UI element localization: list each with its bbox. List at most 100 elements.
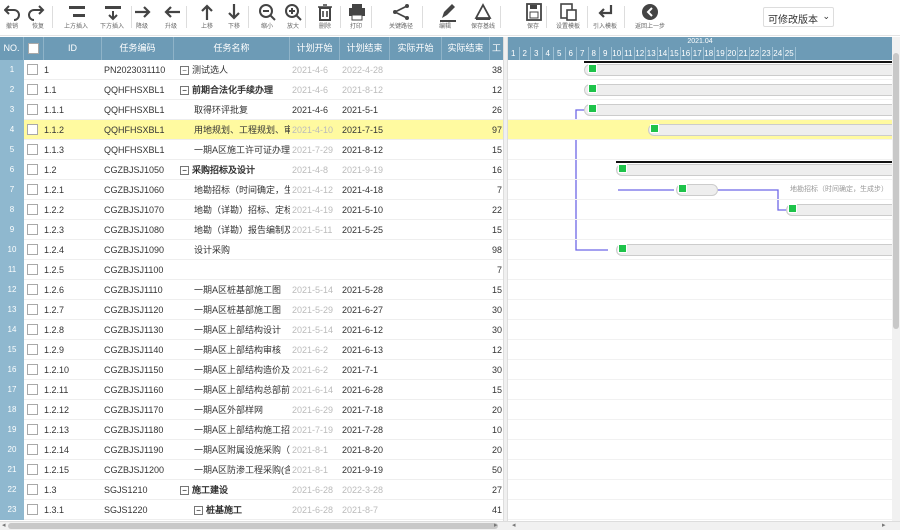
row-checkbox[interactable] (27, 384, 38, 396)
row-checkbox[interactable] (27, 304, 38, 316)
row-checkbox-cell[interactable] (27, 360, 41, 380)
version-select[interactable]: 可修改版本 ⌄ (763, 7, 834, 27)
task-name[interactable]: 一期A区上部结构造价及 (176, 360, 290, 380)
scroll-right-icon[interactable]: ▸ (494, 521, 498, 529)
collapse-toggle-icon[interactable]: − (180, 166, 189, 176)
row-checkbox-cell[interactable] (27, 140, 41, 160)
row-checkbox[interactable] (27, 104, 38, 116)
row-checkbox[interactable] (27, 124, 38, 136)
col-plan-start[interactable]: 计划开始 (290, 37, 340, 60)
row-checkbox[interactable] (27, 224, 38, 236)
toolbar-undo-button[interactable]: 撤销 (4, 2, 20, 34)
row-checkbox-cell[interactable] (27, 240, 41, 260)
row-checkbox-cell[interactable] (27, 180, 41, 200)
toolbar-import-button[interactable]: 引入模板 (590, 2, 620, 34)
row-checkbox-cell[interactable] (27, 340, 41, 360)
row-checkbox-cell[interactable] (27, 220, 41, 240)
collapse-toggle-icon[interactable]: − (180, 86, 189, 96)
table-row[interactable]: 11 1.2.5 CGZBJSJ1100 7 (0, 260, 503, 280)
toolbar-zoom-in-button[interactable]: 放大 (283, 2, 303, 34)
row-checkbox[interactable] (27, 484, 38, 496)
task-name[interactable]: − 桩基施工 (176, 500, 290, 520)
table-row[interactable]: 5 1.1.3 QQHFHSXBL1 一期A区施工许可证办理 2021-7-29 2021… (0, 140, 503, 160)
table-row[interactable]: 21 1.2.15 CGZBJSJ1200 一期A区防渗工程采购(含 2021-8-1 2… (0, 460, 503, 480)
table-row[interactable]: 13 1.2.7 CGZBJSJ1120 一期A区桩基部施工图 2021-5-29 202… (0, 300, 503, 320)
row-checkbox[interactable] (27, 84, 38, 96)
table-row[interactable]: 19 1.2.13 CGZBJSJ1180 一期A区上部结构施工招 2021-7-19 2… (0, 420, 503, 440)
table-row[interactable]: 15 1.2.9 CGZBJSJ1140 一期A区上部结构审核 2021-6-2 2021… (0, 340, 503, 360)
table-row[interactable]: 2 1.1 QQHFHSXBL1− 前期合法化手续办理 2021-4-6 2021-8-1… (0, 80, 503, 100)
row-checkbox-cell[interactable] (27, 120, 41, 140)
row-checkbox[interactable] (27, 204, 38, 216)
row-checkbox[interactable] (27, 404, 38, 416)
row-checkbox-cell[interactable] (27, 260, 41, 280)
gantt-scroll-left-icon[interactable]: ◂ (512, 521, 516, 529)
col-duration[interactable]: 工 (490, 37, 503, 60)
col-id[interactable]: ID (44, 37, 102, 60)
row-checkbox-cell[interactable] (27, 320, 41, 340)
row-checkbox-cell[interactable] (27, 460, 41, 480)
table-row[interactable]: 4 1.1.2 QQHFHSXBL1 用地规划、工程规划、审 2021-4-10 2021… (0, 120, 503, 140)
toolbar-back-button[interactable]: 返回上一步 (630, 2, 670, 34)
col-name[interactable]: 任务名称 (174, 37, 290, 60)
table-row[interactable]: 6 1.2 CGZBJSJ1050− 采购招标及设计 2021-4-8 2021-9-19… (0, 160, 503, 180)
toolbar-move-up-button[interactable]: 上移 (197, 2, 217, 34)
row-checkbox[interactable] (27, 284, 38, 296)
task-name[interactable]: 一期A区施工许可证办理 (176, 140, 290, 160)
row-checkbox[interactable] (27, 184, 38, 196)
task-name[interactable]: 一期A区上部结构审核 (176, 340, 290, 360)
collapse-toggle-icon[interactable]: − (180, 66, 189, 76)
table-row[interactable]: 16 1.2.10 CGZBJSJ1150 一期A区上部结构造价及 2021-6-2 20… (0, 360, 503, 380)
toolbar-insert-above-button[interactable]: 上方插入 (60, 2, 92, 34)
task-bar[interactable] (584, 104, 892, 116)
task-bar[interactable] (648, 124, 892, 136)
task-name[interactable] (176, 260, 290, 280)
task-name[interactable]: 地勘（详勘）招标、定标 (176, 200, 290, 220)
summary-bar[interactable] (584, 61, 892, 63)
select-all-checkbox[interactable] (28, 43, 39, 55)
task-name[interactable]: − 测试选人 (176, 60, 290, 80)
table-row[interactable]: 3 1.1.1 QQHFHSXBL1 取得环评批复 2021-4-6 2021-5-1 26 (0, 100, 503, 120)
row-checkbox-cell[interactable] (27, 200, 41, 220)
toolbar-promote-button[interactable]: 升级 (160, 2, 182, 34)
task-name[interactable]: 设计采购 (176, 240, 290, 260)
collapse-toggle-icon[interactable]: − (194, 506, 203, 516)
toolbar-trash-button[interactable]: 删除 (314, 2, 336, 34)
table-row[interactable]: 12 1.2.6 CGZBJSJ1110 一期A区桩基部施工图 2021-5-14 202… (0, 280, 503, 300)
task-name[interactable]: 一期A区上部结构总部前 (176, 380, 290, 400)
row-checkbox-cell[interactable] (27, 440, 41, 460)
col-actual-end[interactable]: 实际结束 (442, 37, 490, 60)
table-row[interactable]: 20 1.2.14 CGZBJSJ1190 一期A区附属设施采购（ 2021-8-1 20… (0, 440, 503, 460)
summary-bar[interactable] (616, 161, 892, 163)
collapse-toggle-icon[interactable]: − (180, 486, 189, 496)
task-name[interactable]: 一期A区桩基部施工图 (176, 280, 290, 300)
task-name[interactable]: 一期A区桩基部施工图 (176, 300, 290, 320)
task-name[interactable]: 地勘（详勘）报告编制及 (176, 220, 290, 240)
grid-scroll-thumb[interactable] (8, 523, 498, 529)
toolbar-save-baseline-button[interactable]: 保存基线 (470, 2, 496, 34)
task-name[interactable]: 一期A区附属设施采购（ (176, 440, 290, 460)
table-row[interactable]: 18 1.2.12 CGZBJSJ1170 一期A区外部样网 2021-6-29 2021… (0, 400, 503, 420)
toolbar-critical-path-button[interactable]: 关键路径 (384, 2, 418, 34)
row-checkbox-cell[interactable] (27, 160, 41, 180)
row-checkbox-cell[interactable] (27, 100, 41, 120)
col-actual-start[interactable]: 实际开始 (390, 37, 442, 60)
table-row[interactable]: 14 1.2.8 CGZBJSJ1130 一期A区上部结构设计 2021-5-14 202… (0, 320, 503, 340)
table-row[interactable]: 1 1 PN2023031110− 测试选人 2021-4-6 2022-4-28 38 (0, 60, 503, 80)
toolbar-edit-button[interactable]: 编辑 (438, 2, 456, 34)
row-checkbox[interactable] (27, 504, 38, 516)
task-name[interactable]: 地勘招标（时间确定，生 (176, 180, 290, 200)
task-name[interactable]: − 施工建设 (176, 480, 290, 500)
row-checkbox[interactable] (27, 444, 38, 456)
scroll-left-icon[interactable]: ◂ (2, 521, 6, 529)
toolbar-print-button[interactable]: 打印 (345, 2, 367, 34)
toolbar-template-button[interactable]: 设置模板 (553, 2, 583, 34)
toolbar-demote-button[interactable]: 降级 (131, 2, 153, 34)
col-no[interactable]: NO. (0, 37, 24, 60)
row-checkbox-cell[interactable] (27, 400, 41, 420)
table-row[interactable]: 17 1.2.11 CGZBJSJ1160 一期A区上部结构总部前 2021-6-14 2… (0, 380, 503, 400)
toolbar-redo-button[interactable]: 恢复 (28, 2, 48, 34)
row-checkbox[interactable] (27, 464, 38, 476)
row-checkbox[interactable] (27, 144, 38, 156)
table-row[interactable]: 23 1.3.1 SGJS1220− 桩基施工 2021-6-28 2021-8-7 41 (0, 500, 503, 520)
